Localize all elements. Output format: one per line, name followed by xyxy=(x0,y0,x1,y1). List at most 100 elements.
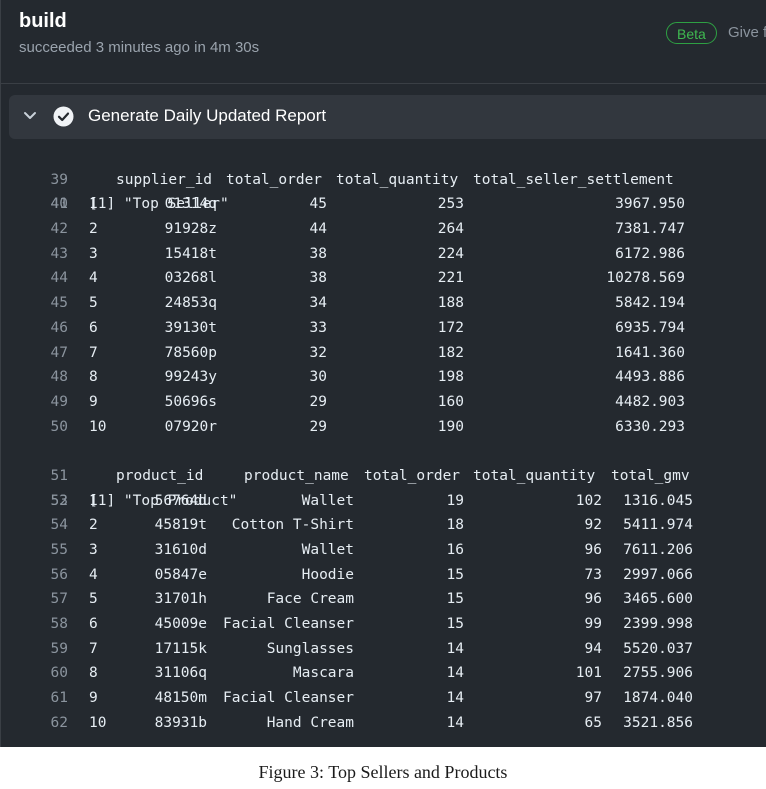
check-circle-icon xyxy=(53,106,74,127)
workflow-log-panel: build succeeded 3 minutes ago in 4m 30s … xyxy=(0,0,766,747)
total-quantity: 190 xyxy=(437,418,464,435)
supplier-id: 24853q xyxy=(164,295,217,312)
total-quantity: 96 xyxy=(584,542,602,558)
total-gmv: 3465.600 xyxy=(623,591,693,608)
product-id: 45009e xyxy=(154,616,207,633)
product-name: Wallet xyxy=(301,492,354,509)
row-index: 4 xyxy=(89,270,98,287)
row-index: 7 xyxy=(89,344,98,361)
table-row: 56 4 05847e Hoodie 15 73 2997.066 xyxy=(1,563,766,588)
line-number[interactable]: 61 xyxy=(1,686,68,711)
column-header-total-order: total_order xyxy=(364,467,461,484)
line-number[interactable]: 62 xyxy=(1,711,68,736)
top-product-rows: 53 1 56764d Wallet 19 102 1316.045 54 2 45819t Cot… xyxy=(1,489,766,736)
figure-caption: Figure 3: Top Sellers and Products xyxy=(258,762,508,782)
total-quantity: 102 xyxy=(575,492,602,509)
log-output: 39 [1] "Top Seller" 40 supplier_id total… xyxy=(1,143,766,736)
line-number[interactable]: 45 xyxy=(1,291,68,316)
row-index: 6 xyxy=(89,616,98,633)
total-order: 45 xyxy=(309,196,327,213)
column-header-total-seller-settlement: total_seller_settlement xyxy=(473,171,674,188)
line-number[interactable]: 56 xyxy=(1,563,68,588)
line-number[interactable]: 54 xyxy=(1,513,68,538)
line-number[interactable]: 41 xyxy=(1,192,68,217)
line-number[interactable]: 59 xyxy=(1,637,68,662)
table-row: 62 10 83931b Hand Cream 14 65 3521.856 xyxy=(1,711,766,736)
product-id: 31106q xyxy=(154,665,207,682)
total-order: 30 xyxy=(309,369,327,386)
total-quantity: 224 xyxy=(437,245,464,262)
total-gmv: 2399.998 xyxy=(623,616,693,633)
row-index: 4 xyxy=(89,566,98,583)
row-index: 3 xyxy=(89,542,98,558)
line-number[interactable]: 49 xyxy=(1,390,68,415)
table-row: 46 6 39130t 33 172 6935.794 xyxy=(1,316,766,341)
row-index: 8 xyxy=(89,665,98,682)
line-number[interactable]: 46 xyxy=(1,316,68,341)
supplier-id: 99243y xyxy=(164,369,217,386)
step-title: Generate Daily Updated Report xyxy=(88,106,327,125)
log-line: 40 supplier_id total_order total_quantit… xyxy=(1,168,766,213)
row-index: 2 xyxy=(89,221,98,238)
column-header-total-gmv: total_gmv xyxy=(611,467,690,484)
line-number[interactable]: 53 xyxy=(1,489,68,514)
line-number[interactable]: 55 xyxy=(1,538,68,563)
total-quantity: 253 xyxy=(437,196,464,213)
total-order: 29 xyxy=(309,393,327,410)
product-name: Hand Cream xyxy=(266,714,354,731)
line-number[interactable]: 48 xyxy=(1,365,68,390)
total-order: 33 xyxy=(309,319,327,336)
total-seller-settlement: 7381.747 xyxy=(615,221,685,238)
line-number[interactable]: 58 xyxy=(1,612,68,637)
give-feedback-link[interactable]: Give f xyxy=(728,24,766,41)
total-order: 14 xyxy=(446,690,464,707)
job-header: build succeeded 3 minutes ago in 4m 30s … xyxy=(1,0,766,84)
total-quantity: 65 xyxy=(584,714,602,731)
total-order: 34 xyxy=(309,295,327,312)
total-order: 29 xyxy=(309,418,327,435)
total-order: 14 xyxy=(446,640,464,657)
line-number[interactable]: 43 xyxy=(1,242,68,267)
column-header-total-quantity: total_quantity xyxy=(473,467,596,484)
total-quantity: 264 xyxy=(437,221,464,238)
table-row: 53 1 56764d Wallet 19 102 1316.045 xyxy=(1,489,766,514)
row-index: 7 xyxy=(89,640,98,657)
line-number[interactable]: 50 xyxy=(1,415,68,440)
total-order: 15 xyxy=(446,591,464,608)
line-number[interactable]: 44 xyxy=(1,266,68,291)
column-header-product-name: product_name xyxy=(244,467,349,484)
total-order: 15 xyxy=(446,566,464,583)
table-row: 47 7 78560p 32 182 1641.360 xyxy=(1,341,766,366)
product-id: 05847e xyxy=(154,566,207,583)
total-gmv: 5520.037 xyxy=(623,640,693,657)
step-header-generate-report[interactable]: Generate Daily Updated Report xyxy=(9,95,766,139)
table-row: 54 2 45819t Cotton T-Shirt 18 92 5411.974 xyxy=(1,513,766,538)
line-number[interactable]: 42 xyxy=(1,217,68,242)
table-row: 41 1 01314q 45 253 3967.950 xyxy=(1,192,766,217)
total-order: 14 xyxy=(446,665,464,682)
total-seller-settlement: 4482.903 xyxy=(615,393,685,410)
total-quantity: 160 xyxy=(437,393,464,410)
line-number[interactable]: 47 xyxy=(1,341,68,366)
total-quantity: 94 xyxy=(584,640,602,657)
table-row: 45 5 24853q 34 188 5842.194 xyxy=(1,291,766,316)
table-row: 60 8 31106q Mascara 14 101 2755.906 xyxy=(1,661,766,686)
log-line: 39 [1] "Top Seller" xyxy=(1,143,766,213)
row-index: 9 xyxy=(89,690,98,707)
product-name: Mascara xyxy=(292,665,354,682)
total-seller-settlement: 4493.886 xyxy=(615,369,685,386)
supplier-id: 01314q xyxy=(164,196,217,213)
total-quantity: 96 xyxy=(584,591,602,608)
product-id: 17115k xyxy=(154,640,207,657)
log-line: 51 [1] "Top Product" xyxy=(1,439,766,509)
line-number[interactable]: 60 xyxy=(1,661,68,686)
job-title: build xyxy=(19,10,67,32)
line-number[interactable]: 57 xyxy=(1,587,68,612)
chevron-down-icon[interactable] xyxy=(21,106,39,124)
column-header-supplier-id: supplier_id xyxy=(116,171,213,188)
row-index: 10 xyxy=(89,418,107,435)
log-line: 52 product_id product_name total_order t… xyxy=(1,464,766,509)
table-row: 61 9 48150m Facial Cleanser 14 97 1874.040 xyxy=(1,686,766,711)
table-row: 57 5 31701h Face Cream 15 96 3465.600 xyxy=(1,587,766,612)
product-id: 45819t xyxy=(154,517,207,534)
